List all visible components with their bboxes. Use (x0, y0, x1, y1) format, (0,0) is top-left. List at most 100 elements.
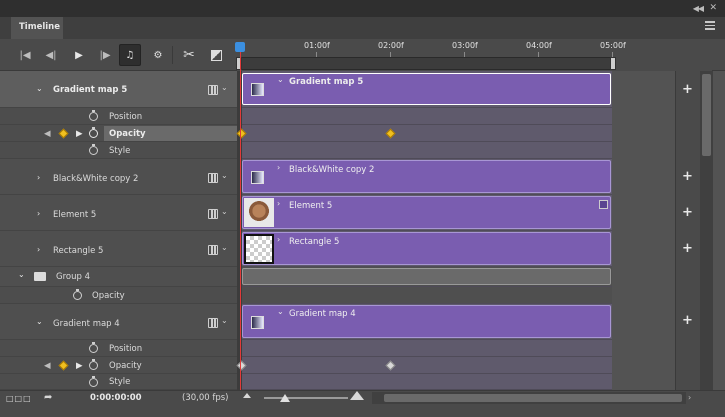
transparent-shape-thumbnail (244, 234, 274, 264)
film-icon[interactable] (208, 209, 218, 219)
work-area-start-handle[interactable] (236, 57, 242, 70)
chevron-down-icon[interactable]: ⌄ (221, 316, 228, 325)
work-area-bar[interactable] (239, 57, 612, 70)
vertical-scroll-thumb[interactable] (702, 74, 711, 156)
previous-frame-icon[interactable]: ◀| (40, 44, 62, 66)
prev-keyframe-icon[interactable]: ◀ (44, 129, 51, 139)
layer-row[interactable]: › Black&White copy 2 ⌄ (0, 159, 237, 195)
clip-end-arrow-icon[interactable] (599, 200, 608, 209)
add-media-icon[interactable]: + (682, 82, 693, 97)
double-chevron-icon[interactable]: ◀◀ (693, 4, 704, 13)
property-row: Style (0, 142, 237, 159)
keyframe-diamond-icon[interactable] (58, 128, 69, 139)
chevron-down-icon[interactable]: ⌄ (221, 243, 228, 252)
gradient-thumbnail (251, 316, 264, 329)
keyframe-diamond-icon[interactable] (58, 360, 69, 371)
frame-animation-icon[interactable]: □□□ (6, 394, 32, 403)
work-area-end-handle[interactable] (610, 57, 616, 70)
chevron-right-icon[interactable]: › (277, 163, 280, 172)
next-keyframe-icon[interactable]: ▶ (76, 129, 83, 139)
layer-row[interactable]: ⌄ Gradient map 4 ⌄ (0, 304, 237, 340)
zoom-slider-track[interactable] (264, 397, 348, 399)
layer-name: Gradient map 5 (53, 85, 128, 95)
property-label: Position (109, 112, 143, 122)
horizontal-scroll-thumb[interactable] (384, 394, 682, 402)
split-scissors-icon[interactable]: ✂ (178, 44, 200, 66)
stopwatch-icon[interactable] (89, 144, 98, 155)
play-icon[interactable]: ▶ (68, 44, 90, 66)
render-video-icon[interactable]: ➦ (44, 392, 52, 403)
stopwatch-icon[interactable] (89, 110, 98, 121)
property-label: Position (109, 344, 143, 354)
audio-icon[interactable]: ♫ (119, 44, 141, 66)
chevron-right-icon[interactable]: › (37, 173, 40, 182)
zoom-slider-knob[interactable] (280, 394, 290, 402)
stopwatch-icon[interactable] (73, 289, 82, 300)
clip-label: Rectangle 5 (289, 237, 340, 247)
add-media-icon[interactable]: + (682, 205, 693, 220)
chevron-down-icon[interactable]: ⌄ (277, 75, 284, 84)
zoom-in-icon[interactable] (350, 391, 364, 400)
property-row: Position (0, 108, 237, 125)
playhead-handle[interactable] (235, 42, 245, 52)
ruler-tick: 03:00f (452, 41, 478, 50)
layer-row[interactable]: ⌄ Gradient map 5 ⌄ (0, 71, 237, 108)
property-track (242, 357, 612, 374)
group-clip[interactable] (242, 268, 611, 285)
layer-row[interactable]: › Rectangle 5 ⌄ (0, 231, 237, 267)
playhead-line[interactable] (240, 52, 241, 390)
property-track (242, 374, 612, 390)
chevron-down-icon[interactable]: ⌄ (36, 84, 43, 93)
property-label: Style (109, 377, 131, 387)
property-row: ◀ ▶ Opacity (0, 357, 237, 374)
film-icon[interactable] (208, 245, 218, 255)
zoom-out-icon[interactable] (243, 393, 251, 398)
stopwatch-icon[interactable] (89, 342, 98, 353)
toolbar-divider (172, 46, 173, 64)
panel-menu-icon[interactable] (705, 21, 715, 31)
add-media-icon[interactable]: + (682, 241, 693, 256)
gear-icon[interactable]: ⚙ (147, 44, 169, 66)
group-row[interactable]: ⌄ Group 4 (0, 267, 237, 287)
chevron-right-icon[interactable]: › (37, 209, 40, 218)
property-label: Style (109, 146, 131, 156)
film-icon[interactable] (208, 85, 218, 95)
layer-clip[interactable]: › Black&White copy 2 (242, 160, 611, 193)
chevron-down-icon[interactable]: ⌄ (221, 83, 228, 92)
chevron-down-icon[interactable]: ⌄ (221, 171, 228, 180)
go-to-first-frame-icon[interactable]: |◀ (14, 44, 36, 66)
add-media-icon[interactable]: + (682, 169, 693, 184)
layer-clip[interactable]: ⌄ Gradient map 5 (242, 73, 611, 105)
chevron-down-icon[interactable]: ⌄ (18, 270, 25, 279)
stopwatch-icon[interactable] (89, 359, 98, 370)
add-media-icon[interactable]: + (682, 313, 693, 328)
layer-photo-thumbnail (244, 198, 274, 227)
layer-row[interactable]: › Element 5 ⌄ (0, 195, 237, 231)
stopwatch-icon[interactable] (89, 376, 98, 387)
ruler-tick: 05:00f (600, 41, 626, 50)
chevron-down-icon[interactable]: ⌄ (36, 317, 43, 326)
transition-icon[interactable] (205, 44, 227, 66)
ruler-tick: 04:00f (526, 41, 552, 50)
film-icon[interactable] (208, 173, 218, 183)
property-track (242, 125, 612, 142)
close-icon[interactable]: ✕ (709, 3, 717, 13)
layer-clip[interactable]: › Element 5 (242, 196, 611, 229)
next-keyframe-icon[interactable]: ▶ (76, 361, 83, 371)
next-frame-icon[interactable]: |▶ (94, 44, 116, 66)
property-label: Opacity (109, 361, 142, 371)
tab-timeline[interactable]: Timeline (11, 17, 63, 39)
chevron-down-icon[interactable]: ⌄ (277, 307, 284, 316)
layer-clip[interactable]: › Rectangle 5 (242, 232, 611, 265)
prev-keyframe-icon[interactable]: ◀ (44, 361, 51, 371)
scroll-right-icon[interactable]: › (688, 393, 691, 402)
layer-clip[interactable]: ⌄ Gradient map 4 (242, 305, 611, 338)
chevron-right-icon[interactable]: › (277, 235, 280, 244)
chevron-down-icon[interactable]: ⌄ (221, 207, 228, 216)
stopwatch-icon[interactable] (89, 127, 98, 138)
film-icon[interactable] (208, 318, 218, 328)
chevron-right-icon[interactable]: › (277, 199, 280, 208)
panel-titlebar (0, 0, 725, 17)
chevron-right-icon[interactable]: › (37, 245, 40, 254)
current-timecode[interactable]: 0:00:00:00 (90, 393, 142, 403)
